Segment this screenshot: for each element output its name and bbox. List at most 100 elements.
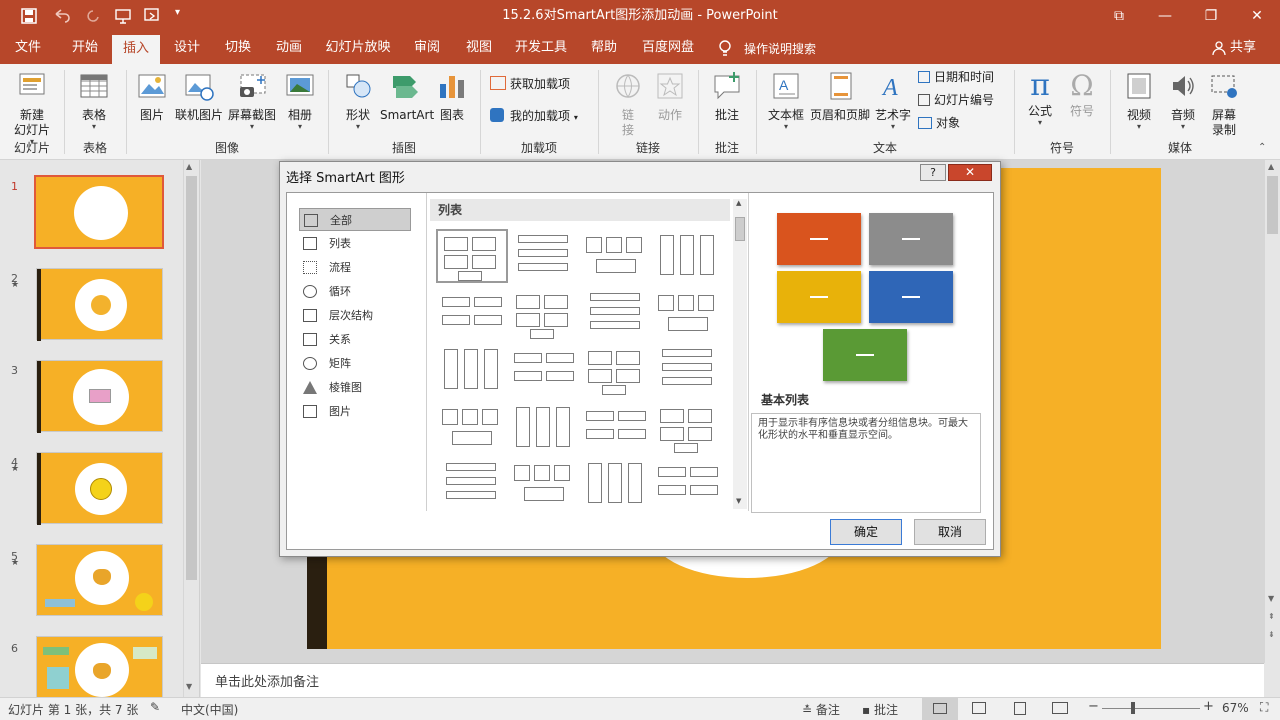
tab-transitions[interactable]: 切换 (216, 32, 260, 64)
online-picture-button[interactable]: 联机图片 (174, 70, 224, 123)
category-process[interactable]: 流程 (299, 256, 411, 279)
layout-thumbnail[interactable] (510, 289, 580, 341)
zoom-slider-thumb[interactable] (1131, 702, 1135, 714)
comment-button[interactable]: 批注 (706, 70, 748, 123)
layout-thumbnail[interactable] (438, 345, 508, 397)
layout-thumbnail[interactable] (438, 403, 508, 455)
album-button[interactable]: 相册 ▾ (282, 70, 318, 131)
gallery-scrollbar[interactable]: ▲ ▼ (733, 199, 747, 509)
collapse-ribbon-icon[interactable]: ⌃ (1258, 142, 1266, 153)
ok-button[interactable]: 确定 (830, 519, 902, 545)
reading-view-button[interactable] (1014, 702, 1026, 715)
audio-button[interactable]: 音频 ▾ (1162, 70, 1204, 131)
slide-thumbnail-3[interactable] (36, 360, 163, 433)
layout-thumbnail[interactable] (438, 231, 508, 283)
tab-insert[interactable]: 插入 (112, 35, 160, 64)
textbox-button[interactable]: A 文本框 ▾ (764, 70, 808, 131)
slide-thumbnail-6[interactable] (36, 636, 163, 697)
tab-home[interactable]: 开始 (62, 32, 108, 64)
comments-toggle[interactable]: ▪ 批注 (862, 701, 898, 718)
thumbnail-scrollbar[interactable]: ▲ ▼ (183, 160, 199, 697)
slide-thumbnail-2[interactable] (36, 268, 163, 341)
header-footer-button[interactable]: 页眉和页脚 (808, 70, 872, 123)
tab-review[interactable]: 审阅 (408, 32, 446, 64)
layout-thumbnail[interactable] (654, 459, 724, 511)
action-button[interactable]: 动作 (650, 70, 690, 123)
ribbon-display-options-icon[interactable]: ⧉ (1096, 0, 1142, 32)
tab-animations[interactable]: 动画 (268, 32, 310, 64)
tab-help[interactable]: 帮助 (584, 32, 624, 64)
layout-thumbnail[interactable] (582, 345, 652, 397)
category-list-item[interactable]: 列表 (299, 232, 411, 255)
tab-view[interactable]: 视图 (458, 32, 500, 64)
layout-thumbnail[interactable] (438, 289, 508, 341)
language-indicator[interactable]: 中文(中国) (181, 701, 238, 718)
my-addins-button[interactable]: 我的加载项 ▾ (490, 108, 590, 125)
video-button[interactable]: 视频 ▾ (1118, 70, 1160, 131)
tab-baidu[interactable]: 百度网盘 (638, 32, 698, 64)
category-matrix[interactable]: 矩阵 (299, 352, 411, 375)
canvas-scrollbar[interactable]: ▲ ▼ ⇞ ⇟ (1264, 160, 1280, 663)
category-relationship[interactable]: 关系 (299, 328, 411, 351)
zoom-slider[interactable] (1102, 708, 1200, 709)
layout-thumbnail[interactable] (582, 231, 652, 283)
category-all[interactable]: 全部 (299, 208, 411, 231)
notes-toggle[interactable]: ≛ 备注 (802, 701, 840, 718)
smartart-button[interactable]: SmartArt (380, 70, 434, 123)
help-button[interactable]: ? (920, 164, 946, 181)
new-slide-button[interactable]: 新建 幻灯片 ▾ (8, 70, 56, 146)
object-button[interactable]: 对象 (918, 116, 1008, 131)
tab-slideshow[interactable]: 幻灯片放映 (322, 32, 394, 64)
layout-thumbnail[interactable] (510, 231, 580, 283)
cancel-button[interactable]: 取消 (914, 519, 986, 545)
spellcheck-icon[interactable]: ✎ (150, 700, 160, 714)
fit-slide-icon[interactable]: ⛶ (1260, 700, 1268, 715)
tell-me-search[interactable]: 操作说明搜索 (744, 32, 816, 66)
layout-thumbnail[interactable] (654, 231, 724, 283)
slide-thumbnail-4[interactable] (36, 452, 163, 525)
shapes-button[interactable]: 形状 ▾ (338, 70, 378, 131)
slide-number-button[interactable]: 幻灯片编号 (918, 93, 1008, 108)
layout-thumbnail[interactable] (582, 289, 652, 341)
tab-design[interactable]: 设计 (166, 32, 208, 64)
layout-thumbnail[interactable] (582, 459, 652, 511)
layout-thumbnail[interactable] (654, 289, 724, 341)
dialog-close-button[interactable]: ✕ (948, 164, 992, 181)
notes-pane[interactable]: 单击此处添加备注 (201, 663, 1264, 697)
layout-thumbnail[interactable] (582, 403, 652, 455)
layout-thumbnail[interactable] (438, 459, 508, 511)
equation-button[interactable]: π 公式 ▾ (1020, 70, 1060, 127)
slide-sorter-button[interactable] (972, 702, 986, 714)
share-button[interactable]: 共享 (1230, 32, 1256, 64)
category-picture[interactable]: 图片 (299, 400, 411, 423)
layout-thumbnail[interactable] (510, 403, 580, 455)
get-addins-button[interactable]: 获取加载项 (490, 76, 590, 92)
zoom-out-button[interactable]: − (1088, 699, 1099, 714)
screen-record-button[interactable]: 屏幕 录制 (1204, 70, 1244, 138)
category-cycle[interactable]: 循环 (299, 280, 411, 303)
link-button[interactable]: 链 接 (608, 70, 648, 138)
datetime-button[interactable]: 日期和时间 (918, 70, 1008, 85)
slide-thumbnail-5[interactable] (36, 544, 163, 616)
symbol-button[interactable]: Ω 符号 (1062, 70, 1102, 119)
layout-thumbnail[interactable] (654, 403, 724, 455)
screenshot-button[interactable]: 屏幕截图 ▾ (226, 70, 278, 131)
wordart-button[interactable]: A 艺术字 ▾ (872, 70, 914, 131)
layout-thumbnail[interactable] (654, 345, 724, 397)
category-hierarchy[interactable]: 层次结构 (299, 304, 411, 327)
tab-file[interactable]: 文件 (6, 32, 50, 64)
restore-button[interactable]: ❐ (1188, 0, 1234, 32)
slideshow-button[interactable] (1052, 702, 1068, 714)
tab-developer[interactable]: 开发工具 (512, 32, 570, 64)
chart-button[interactable]: 图表 (434, 70, 470, 123)
layout-thumbnail[interactable] (510, 345, 580, 397)
picture-button[interactable]: 图片 (134, 70, 170, 123)
table-button[interactable]: 表格 ▾ (72, 70, 116, 131)
slide-thumbnail-1[interactable] (34, 175, 164, 249)
layout-thumbnail[interactable] (510, 459, 580, 511)
minimize-button[interactable]: — (1142, 0, 1188, 32)
zoom-level[interactable]: 67% (1222, 701, 1249, 715)
normal-view-button[interactable] (922, 698, 958, 720)
close-window-button[interactable]: ✕ (1234, 0, 1280, 32)
category-pyramid[interactable]: 棱锥图 (299, 376, 411, 399)
